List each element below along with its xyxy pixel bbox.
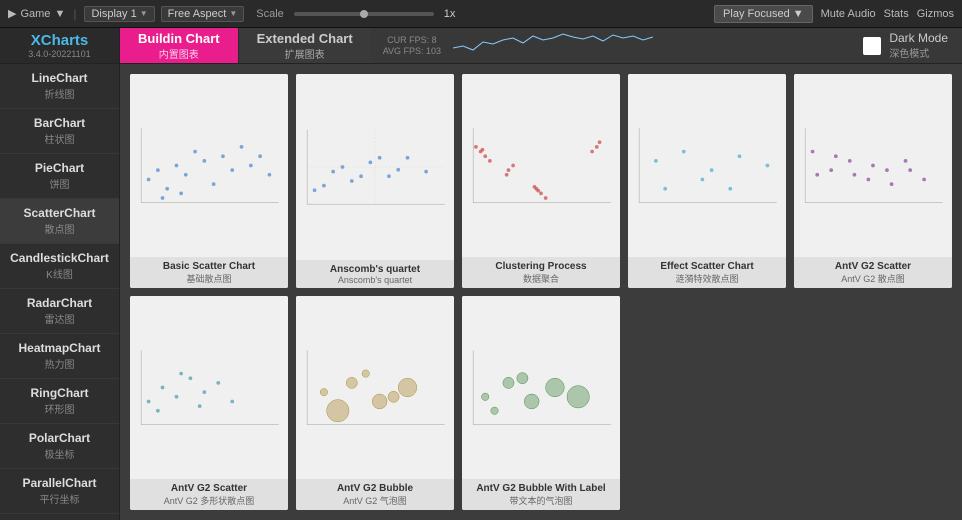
dark-mode-label-area: Dark Mode 深色模式: [889, 31, 948, 60]
display-arrow: ▼: [140, 9, 148, 18]
chart-name-zh-3: 涟漪特效散点图: [633, 272, 781, 285]
sidebar-item-ringchart[interactable]: RingChart环形图: [0, 379, 119, 424]
chart-card-5[interactable]: AntV G2 Scatter AntV G2 多形状散点图: [130, 296, 288, 510]
chart-preview-3: [628, 74, 786, 257]
chart-info-0: Basic Scatter Chart 基础散点图: [130, 257, 288, 288]
chart-preview-5: [130, 296, 288, 479]
chart-info-4: AntV G2 Scatter AntV G2 散点图: [794, 257, 952, 288]
scale-value: 1x: [444, 8, 456, 20]
tab-extended-sub: 扩展图表: [285, 46, 325, 61]
game-menu[interactable]: ▶ Game ▼: [8, 7, 65, 20]
tab-buildin-sub: 内置图表: [159, 46, 199, 61]
chart-info-7: AntV G2 Bubble With Label 带文本的气泡图: [462, 479, 620, 510]
top-bar-right: Play Focused ▼ Mute Audio Stats Gizmos: [714, 5, 954, 23]
gizmos-button[interactable]: Gizmos: [917, 8, 954, 20]
chart-info-5: AntV G2 Scatter AntV G2 多形状散点图: [130, 479, 288, 510]
fps-graph: [453, 28, 653, 56]
top-bar: ▶ Game ▼ | Display 1 ▼ Free Aspect ▼ Sca…: [0, 0, 962, 28]
chart-card-2[interactable]: Clustering Process 数据聚合: [462, 74, 620, 288]
sidebar-item-radarchart[interactable]: RadarChart雷达图: [0, 289, 119, 334]
chart-name-en-4: AntV G2 Scatter: [799, 261, 947, 272]
chart-name-zh-2: 数据聚合: [467, 272, 615, 285]
display-label: Display 1: [91, 8, 136, 20]
play-focused-button[interactable]: Play Focused ▼: [714, 5, 813, 23]
tab-extended-label: Extended Chart: [257, 31, 353, 46]
chart-grid: Basic Scatter Chart 基础散点图 Anscomb's quar…: [120, 64, 962, 520]
chart-name-zh-1: Anscomb's quartet: [301, 275, 449, 285]
logo-title: XCharts: [31, 33, 89, 48]
chart-card-0[interactable]: Basic Scatter Chart 基础散点图: [130, 74, 288, 288]
play-focused-arrow: ▼: [793, 8, 804, 20]
chart-preview-7: [462, 296, 620, 479]
chart-name-zh-6: AntV G2 气泡图: [301, 494, 449, 507]
chart-name-en-3: Effect Scatter Chart: [633, 261, 781, 272]
chart-name-en-7: AntV G2 Bubble With Label: [467, 483, 615, 494]
sidebar-item-polarchart[interactable]: PolarChart极坐标: [0, 424, 119, 469]
chart-preview-1: [296, 74, 454, 260]
chart-info-2: Clustering Process 数据聚合: [462, 257, 620, 288]
tab-buildin-label: Buildin Chart: [138, 31, 220, 46]
sidebar-item-barchart[interactable]: BarChart柱状图: [0, 109, 119, 154]
chart-preview-4: [794, 74, 952, 257]
sidebar-item-candlestickchart[interactable]: CandlestickChartK线图: [0, 244, 119, 289]
chart-card-4[interactable]: AntV G2 Scatter AntV G2 散点图: [794, 74, 952, 288]
mute-audio-button[interactable]: Mute Audio: [821, 8, 876, 20]
chart-info-1: Anscomb's quartet Anscomb's quartet: [296, 260, 454, 288]
sidebar: LineChart折线图BarChart柱状图PieChart饼图Scatter…: [0, 64, 120, 520]
chart-name-en-6: AntV G2 Bubble: [301, 483, 449, 494]
game-arrow: ▼: [54, 8, 65, 20]
dark-mode-sub: 深色模式: [889, 45, 948, 60]
dark-mode-area: Dark Mode 深色模式: [863, 28, 962, 63]
scale-label: Scale: [256, 8, 284, 20]
logo-version: 3.4.0-20221101: [28, 49, 90, 59]
main-content: LineChart折线图BarChart柱状图PieChart饼图Scatter…: [0, 64, 962, 520]
sidebar-item-scatterchart[interactable]: ScatterChart散点图: [0, 199, 119, 244]
tab-extended-chart[interactable]: Extended Chart 扩展图表: [238, 28, 371, 63]
game-icon: ▶: [8, 7, 16, 20]
second-bar: XCharts 3.4.0-20221101 Buildin Chart 内置图…: [0, 28, 962, 64]
chart-card-6[interactable]: AntV G2 Bubble AntV G2 气泡图: [296, 296, 454, 510]
fps-area: CUR FPS: 8 AVG FPS: 103: [371, 28, 453, 63]
tab-buildin-chart[interactable]: Buildin Chart 内置图表: [120, 28, 238, 63]
chart-name-zh-5: AntV G2 多形状散点图: [135, 494, 283, 507]
sidebar-item-heatmapchart[interactable]: HeatmapChart热力图: [0, 334, 119, 379]
chart-name-en-5: AntV G2 Scatter: [135, 483, 283, 494]
play-focused-label: Play Focused: [723, 8, 790, 20]
aspect-dropdown[interactable]: Free Aspect ▼: [161, 6, 245, 22]
chart-name-zh-7: 带文本的气泡图: [467, 494, 615, 507]
fps-cur: CUR FPS: 8: [387, 35, 437, 45]
chart-name-zh-0: 基础散点图: [135, 272, 283, 285]
chart-preview-6: [296, 296, 454, 479]
game-label: Game: [20, 8, 50, 20]
chart-name-zh-4: AntV G2 散点图: [799, 272, 947, 285]
chart-preview-0: [130, 74, 288, 257]
chart-info-3: Effect Scatter Chart 涟漪特效散点图: [628, 257, 786, 288]
dark-mode-checkbox[interactable]: [863, 37, 881, 55]
sidebar-item-combinedchart[interactable]: CombinedChart组合图: [0, 514, 119, 520]
sidebar-item-parallelchart[interactable]: ParallelChart平行坐标: [0, 469, 119, 514]
scale-slider-dot: [360, 10, 368, 18]
aspect-label: Free Aspect: [168, 8, 227, 20]
logo-area: XCharts 3.4.0-20221101: [0, 28, 120, 63]
chart-name-en-0: Basic Scatter Chart: [135, 261, 283, 272]
sidebar-item-linechart[interactable]: LineChart折线图: [0, 64, 119, 109]
chart-card-7[interactable]: AntV G2 Bubble With Label 带文本的气泡图: [462, 296, 620, 510]
fps-avg: AVG FPS: 103: [383, 46, 441, 56]
chart-info-6: AntV G2 Bubble AntV G2 气泡图: [296, 479, 454, 510]
chart-name-en-1: Anscomb's quartet: [301, 264, 449, 275]
chart-card-1[interactable]: Anscomb's quartet Anscomb's quartet: [296, 74, 454, 288]
stats-button[interactable]: Stats: [884, 8, 909, 20]
scale-slider[interactable]: [294, 12, 434, 16]
chart-preview-2: [462, 74, 620, 257]
dark-mode-label: Dark Mode: [889, 31, 948, 45]
chart-card-3[interactable]: Effect Scatter Chart 涟漪特效散点图: [628, 74, 786, 288]
display-dropdown[interactable]: Display 1 ▼: [84, 6, 154, 22]
chart-name-en-2: Clustering Process: [467, 261, 615, 272]
aspect-arrow: ▼: [229, 9, 237, 18]
sidebar-item-piechart[interactable]: PieChart饼图: [0, 154, 119, 199]
